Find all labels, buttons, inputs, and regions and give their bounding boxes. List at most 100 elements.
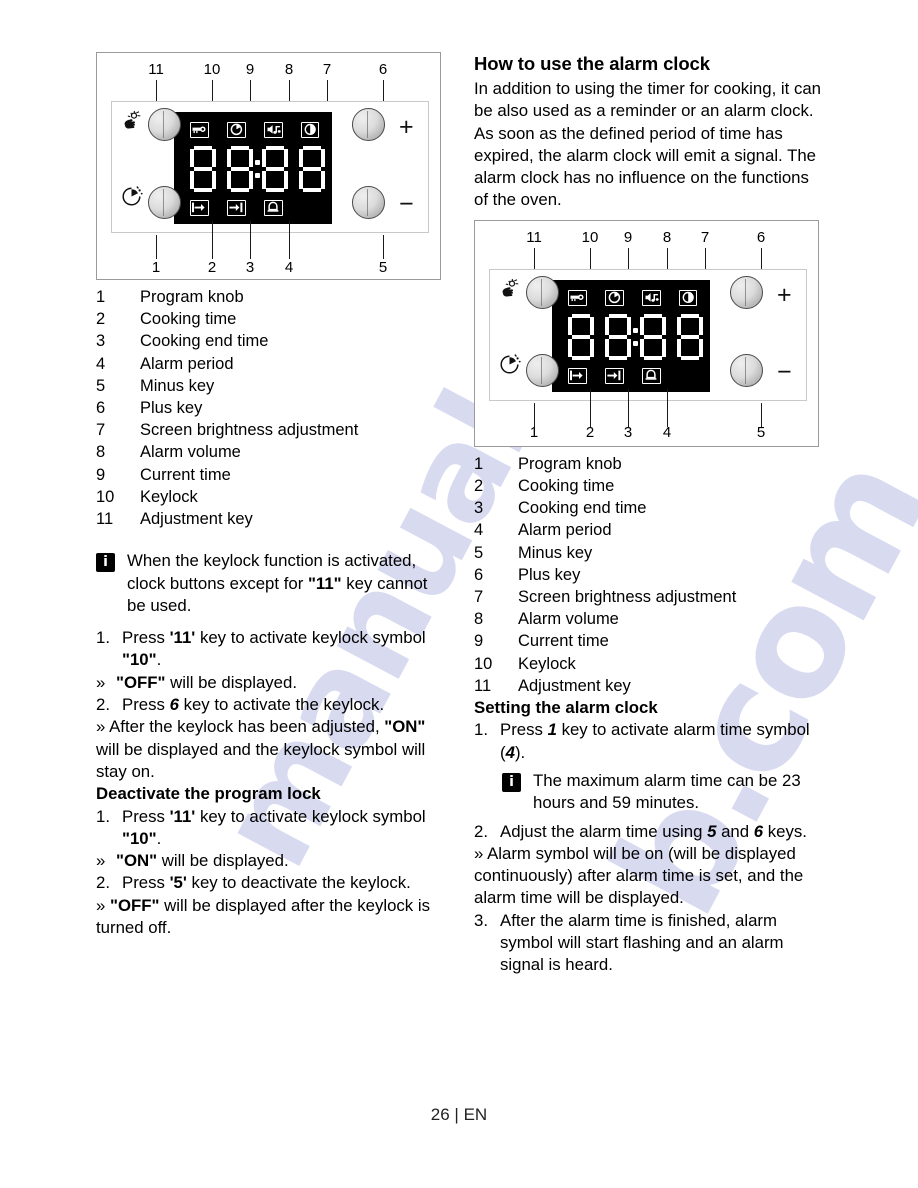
page-footer: 26 | EN [430,1105,488,1124]
step-bold-1: 6 [169,695,179,715]
list-item: 11 Adjustment key [96,508,448,530]
step-marker: 1. [96,806,110,826]
display-screen [552,279,710,392]
flow-bold-1: "ON" [384,717,426,737]
step-text-pre: Press [122,806,170,826]
program-knob[interactable] [148,186,181,219]
intro-paragraph-2: As soon as the defined period of time ha… [474,123,816,210]
cooking-end-time-icon [227,200,246,216]
step-activate-2: 2. Press 6 key to activate the keylock. [96,694,448,716]
callout-top-9: 9 [245,61,255,78]
list-item: 5 Minus key [96,375,448,397]
plus-knob[interactable] [352,108,385,141]
step-bold-1: 5 [707,821,717,841]
flow-text: Alarm symbol will be on (will be display… [474,843,804,908]
step-text: Press '11' key to activate keylock symbo… [122,806,448,851]
step-text-post: ). [514,742,526,762]
timer-clock-icon [497,352,523,383]
step-marker: 3. [474,910,488,930]
list-item: 4 Alarm period [474,519,826,541]
minus-knob[interactable] [352,186,385,219]
step-bold-1: 1 [547,720,557,740]
keylock-note: i When the keylock function is activated… [96,550,448,617]
callout-bottom-2: 2 [207,259,217,276]
minus-knob[interactable] [730,353,763,387]
intro-paragraph-1: In addition to using the timer for cooki… [474,79,822,121]
legend-num: 3 [96,332,106,351]
plus-label: + [777,280,792,309]
program-knob[interactable] [526,353,559,387]
flow-off-displayed: » "OFF" will be displayed. [96,672,448,694]
step-text-post: keys. [763,821,807,841]
page-title: How to use the alarm clock [474,53,710,74]
list-item: 9 Current time [474,630,826,652]
legend-num: 4 [474,521,484,540]
cooking-time-icon [190,200,209,216]
flow-marker: » [96,895,106,915]
legend-label: Current time [140,465,231,484]
flow-text: "OFF" will be displayed. [116,672,448,694]
legend-num: 2 [474,476,484,495]
legend-label: Cooking time [518,476,615,495]
step-text-post: key to activate the keylock. [178,695,385,715]
legend-num: 7 [96,421,106,440]
legend-label: Cooking time [140,310,237,329]
callout-top-10: 10 [581,228,599,246]
legend-num: 3 [474,499,484,518]
control-panel-body: + − [111,101,429,233]
seven-segment-display [568,313,703,360]
step-marker: 2. [96,873,110,893]
display-digit-3 [640,313,666,360]
flow-marker: » [96,851,106,871]
flow-text-post: will be displayed. [157,851,289,871]
step-bold-2: "10" [122,828,157,848]
manual-page: manualsli b.com 11 10 9 8 7 6 + − 1 2 3 … [0,0,918,1188]
step-text: Press '11' key to activate keylock symbo… [122,627,448,672]
callout-top-8: 8 [662,228,672,246]
max-alarm-time-note-text: The maximum alarm time can be 23 hours a… [533,770,801,813]
step-marker: 1. [474,720,488,740]
leader-2 [212,221,213,259]
list-item: 7 Screen brightness adjustment [474,586,826,608]
step-text-pre: Press [122,873,170,893]
legend-num: 7 [474,588,484,606]
display-digit-1 [568,313,594,360]
plus-knob[interactable] [730,275,763,309]
callout-top-7: 7 [322,61,332,78]
legend-num: 2 [96,310,106,329]
list-item: 6 Plus key [474,564,826,586]
legend-num: 5 [96,376,106,395]
step-text-post: . [156,650,162,670]
callout-top-6: 6 [756,228,766,246]
step-text-mid: and [716,821,754,841]
step-text-pre: Press [122,695,170,715]
adjustment-knob[interactable] [526,275,559,309]
step-bold-2: 6 [753,821,764,841]
list-item: 3 Cooking end time [96,330,448,352]
leader-4 [667,388,668,427]
step-text-mid: key to activate keylock symbol [195,806,426,826]
legend-num: 1 [474,454,484,473]
display-colon [631,314,640,360]
legend-num: 6 [96,399,106,418]
callout-top-11: 11 [526,228,542,246]
step-bold-1: '11' [169,806,196,826]
adjustment-knob[interactable] [148,108,181,141]
flow-alarm-symbol-on: » Alarm symbol will be on (will be displ… [474,843,826,910]
legend-label: Minus key [518,543,593,562]
keylock-icon [568,289,587,306]
hand-adjust-icon [120,110,144,139]
callout-bottom-1: 1 [151,259,161,276]
legend-num: 11 [474,676,492,695]
list-item: 4 Alarm period [96,353,448,375]
minus-label: − [399,190,414,218]
list-item: 9 Current time [96,464,448,486]
keylock-note-text: When the keylock function is activated, … [127,550,448,617]
list-item: 8 Alarm volume [474,608,826,630]
subheading-setting-alarm: Setting the alarm clock [474,698,658,718]
list-item: 5 Minus key [474,542,826,564]
legend-label: Cooking end time [518,499,647,518]
seven-segment-display [190,146,325,192]
legend-num: 8 [474,610,484,629]
legend-label: Program knob [140,288,244,306]
